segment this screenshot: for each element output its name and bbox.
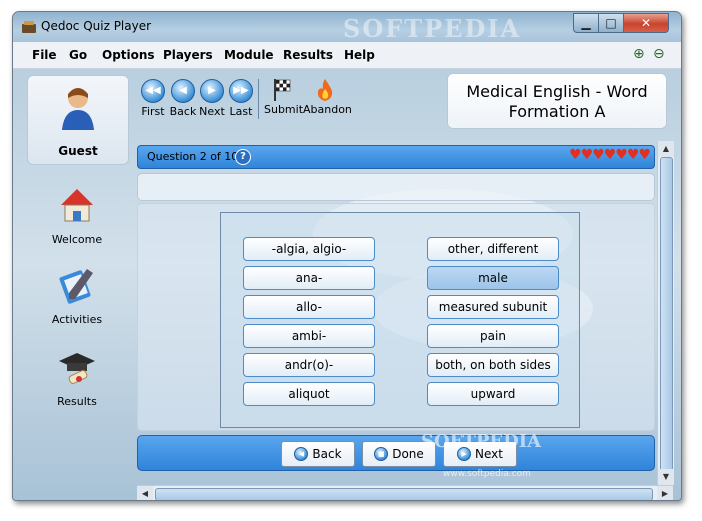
question-counter: Question 2 of 10.	[147, 150, 242, 163]
matching-area: -algia, algio- ana- allo- ambi- andr(o)-…	[137, 203, 655, 431]
sidebar-item-welcome[interactable]: Welcome	[27, 185, 127, 251]
scroll-right-icon[interactable]: ▶	[657, 486, 673, 500]
checkered-flag-icon	[274, 79, 291, 101]
content-area: Guest Welcome Activities Results ◀◀ Firs…	[13, 69, 681, 500]
minimize-button[interactable]: ▁	[573, 13, 599, 33]
app-logo-icon	[22, 21, 36, 33]
next-icon: ▶	[200, 79, 224, 103]
first-button[interactable]: ◀◀ First	[137, 75, 169, 118]
abandon-label: Abandon	[303, 103, 352, 116]
right-term[interactable]: measured subunit	[427, 295, 559, 319]
right-term[interactable]: other, different	[427, 237, 559, 261]
left-term[interactable]: andr(o)-	[243, 353, 375, 377]
nav-back-button[interactable]: ◀ Back	[281, 441, 355, 467]
watermark-text: SOFTPEDIA	[421, 431, 542, 452]
left-term[interactable]: ana-	[243, 266, 375, 290]
first-icon: ◀◀	[141, 79, 165, 103]
menu-options[interactable]: Options	[102, 48, 155, 62]
next-button[interactable]: ▶ Next	[196, 75, 228, 118]
maximize-icon: □	[605, 16, 617, 30]
next-label: Next	[199, 105, 225, 118]
question-bar: Question 2 of 10. ? ♥♥♥♥♥♥♥	[137, 145, 655, 169]
instruction-bar	[137, 173, 655, 201]
menu-players[interactable]: Players	[163, 48, 213, 62]
last-label: Last	[229, 105, 253, 118]
module-title-box: Medical English - Word Formation A	[447, 73, 667, 129]
right-term[interactable]: upward	[427, 382, 559, 406]
left-term[interactable]: aliquot	[243, 382, 375, 406]
sidebar-item-results[interactable]: Results	[27, 347, 127, 413]
app-window: Qedoc Quiz Player SOFTPEDIA ▁ □ ✕ File G…	[12, 11, 682, 501]
module-title: Medical English - Word Formation A	[466, 82, 648, 121]
left-term[interactable]: allo-	[243, 295, 375, 319]
horizontal-scrollbar[interactable]: ◀ ▶	[137, 485, 673, 500]
left-term[interactable]: ambi-	[243, 324, 375, 348]
sidebar-label-welcome: Welcome	[51, 233, 103, 246]
done-icon: ■	[374, 447, 389, 461]
last-icon: ▶▶	[229, 79, 253, 103]
menu-file[interactable]: File	[32, 48, 57, 62]
title-watermark: SOFTPEDIA	[343, 14, 522, 43]
menu-bar: File Go Options Players Module Results H…	[13, 42, 681, 69]
matching-frame: -algia, algio- ana- allo- ambi- andr(o)-…	[220, 212, 580, 428]
abandon-button[interactable]: Abandon	[303, 75, 352, 116]
back-label: Back	[169, 105, 197, 118]
menu-results[interactable]: Results	[283, 48, 333, 62]
scroll-left-icon[interactable]: ◀	[137, 486, 153, 500]
lives-hearts-icon: ♥♥♥♥♥♥♥	[569, 147, 651, 163]
right-term[interactable]: pain	[427, 324, 559, 348]
scroll-down-icon[interactable]: ▼	[658, 469, 674, 485]
maximize-button[interactable]: □	[598, 13, 624, 33]
user-avatar-icon	[62, 88, 94, 130]
submit-button[interactable]: Submit	[264, 75, 304, 116]
flame-icon	[317, 79, 333, 101]
menu-module[interactable]: Module	[224, 48, 274, 62]
sidebar-item-activities[interactable]: Activities	[27, 265, 127, 331]
vertical-scrollbar[interactable]: ▲ ▼	[657, 141, 674, 485]
sidebar-label-activities: Activities	[51, 313, 103, 326]
back-icon: ◀	[171, 79, 195, 103]
right-term[interactable]: both, on both sides	[427, 353, 559, 377]
back-button[interactable]: ◀ Back	[167, 75, 199, 118]
zoom-out-icon[interactable]: ⊖	[653, 46, 665, 62]
nav-back-label: Back	[312, 447, 342, 461]
title-bar[interactable]: Qedoc Quiz Player SOFTPEDIA ▁ □ ✕	[13, 12, 681, 43]
toolbar-separator	[258, 79, 259, 119]
horizontal-scroll-thumb[interactable]	[155, 488, 653, 500]
scroll-up-icon[interactable]: ▲	[658, 141, 674, 157]
graduation-cap-icon	[59, 353, 95, 384]
notebook-pen-icon	[59, 269, 93, 304]
minimize-icon: ▁	[581, 16, 591, 30]
back-arrow-icon: ◀	[294, 447, 309, 461]
left-term[interactable]: -algia, algio-	[243, 237, 375, 261]
navigation-bar: ◀ Back ■ Done ▶ Next	[137, 435, 655, 471]
watermark-url: www.softpedia.com	[443, 469, 531, 479]
window-title: Qedoc Quiz Player	[41, 19, 152, 33]
nav-done-label: Done	[392, 447, 424, 461]
zoom-in-icon[interactable]: ⊕	[633, 46, 645, 62]
help-icon[interactable]: ?	[235, 149, 251, 165]
close-button[interactable]: ✕	[623, 13, 669, 33]
vertical-scroll-thumb[interactable]	[660, 157, 673, 471]
quiz-panel: Question 2 of 10. ? ♥♥♥♥♥♥♥ -algia, algi…	[137, 141, 657, 499]
menu-go[interactable]: Go	[69, 48, 87, 62]
first-label: First	[141, 105, 165, 118]
user-panel[interactable]: Guest	[27, 75, 129, 165]
house-icon	[61, 189, 93, 222]
menu-help[interactable]: Help	[344, 48, 375, 62]
sidebar-label-results: Results	[57, 395, 97, 408]
right-term[interactable]: male	[427, 266, 559, 290]
last-button[interactable]: ▶▶ Last	[225, 75, 257, 118]
submit-label: Submit	[264, 103, 304, 116]
close-icon: ✕	[640, 16, 652, 30]
user-name: Guest	[58, 144, 98, 158]
